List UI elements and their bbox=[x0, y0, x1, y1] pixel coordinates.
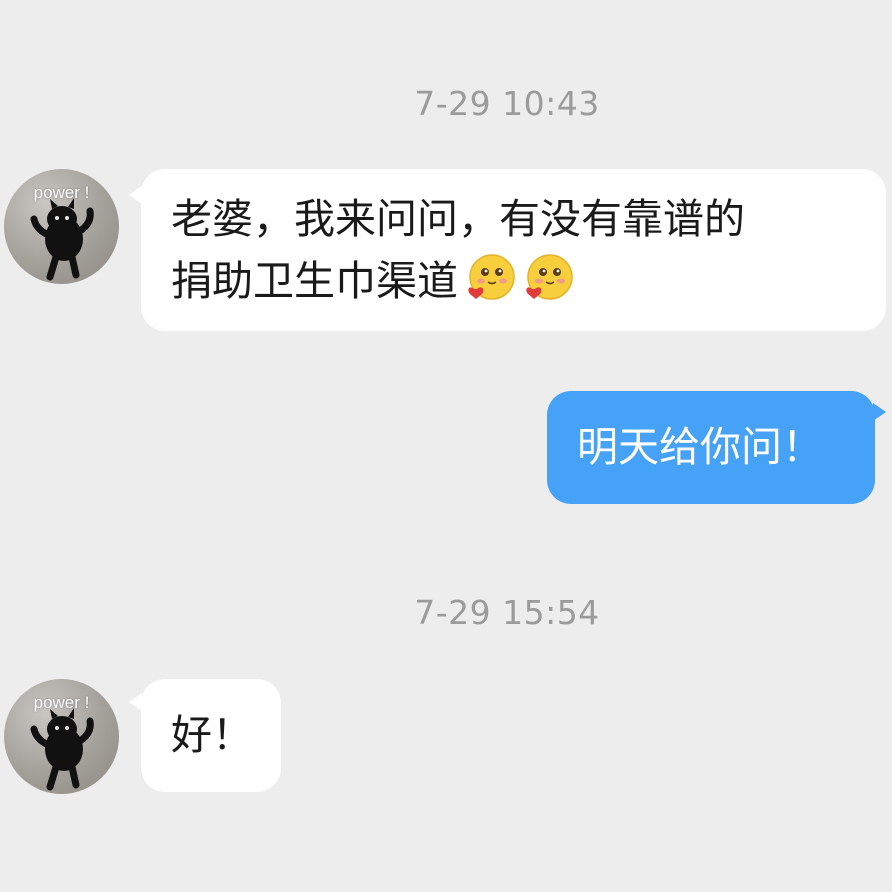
message-line: 老婆，我来问问，有没有靠谱的 bbox=[171, 195, 745, 243]
bubble-tail bbox=[873, 403, 886, 421]
avatar-caption: power ! bbox=[33, 183, 90, 202]
contact-avatar[interactable]: power ! bbox=[4, 169, 119, 284]
message-bubble-incoming[interactable]: 好！ bbox=[141, 679, 281, 792]
avatar-caption: power ! bbox=[33, 693, 90, 712]
message-bubble-incoming[interactable]: 老婆，我来问问，有没有靠谱的 捐助卫生巾渠道 bbox=[141, 169, 886, 331]
blush-heart-emoji-icon bbox=[526, 254, 573, 300]
timestamp: 7-29 10:43 bbox=[414, 84, 600, 123]
blush-heart-emoji-icon bbox=[468, 254, 515, 300]
message-line-text: 捐助卫生巾渠道 bbox=[171, 257, 458, 305]
timestamp: 7-29 15:54 bbox=[414, 593, 600, 632]
message-text: 好！ bbox=[171, 711, 253, 759]
contact-avatar[interactable]: power ! bbox=[4, 679, 119, 794]
message-line: 捐助卫生巾渠道 bbox=[171, 250, 886, 312]
message-text: 明天给你问！ bbox=[577, 423, 823, 471]
message-bubble-outgoing[interactable]: 明天给你问！ bbox=[547, 391, 875, 504]
